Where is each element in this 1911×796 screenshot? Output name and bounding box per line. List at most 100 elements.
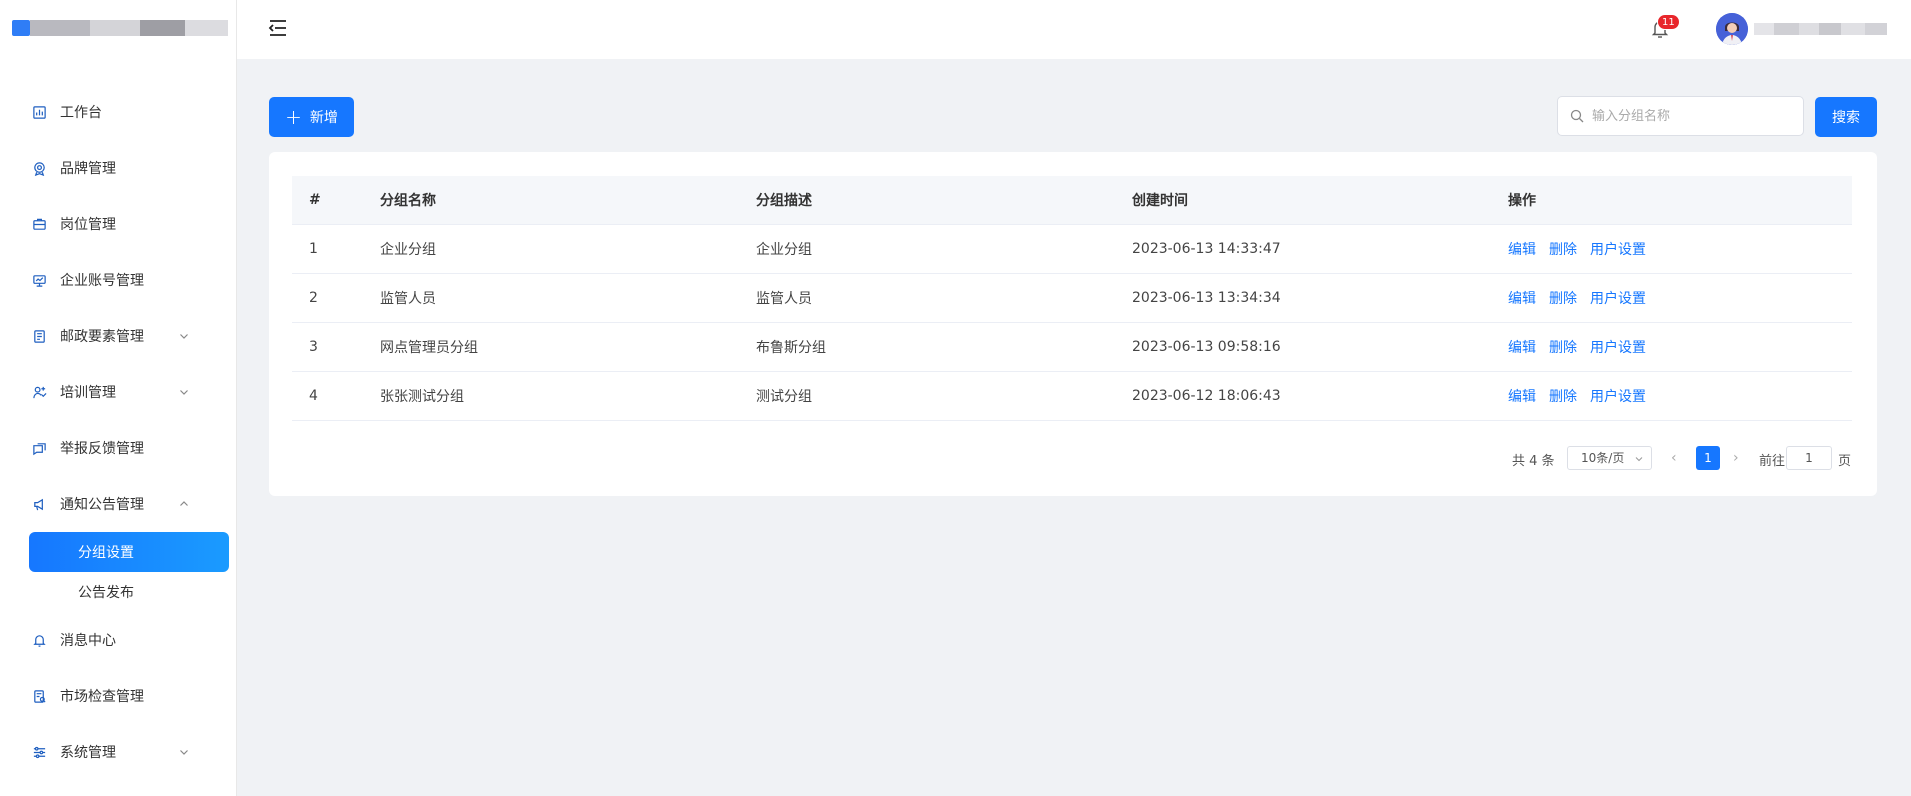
notification-badge: 11	[1657, 14, 1680, 30]
sidebar-item-enterprise-account[interactable]: 企业账号管理	[0, 252, 237, 308]
sidebar-item-label: 培训管理	[60, 385, 116, 401]
goto-label: 前往	[1759, 454, 1786, 469]
search-box[interactable]	[1557, 96, 1804, 136]
row-actions: 编辑 删除 用户设置	[1491, 224, 1852, 274]
settings-icon	[31, 744, 47, 760]
announcement-icon	[31, 496, 47, 512]
column-header-name: 分组名称	[363, 176, 739, 225]
row-actions: 编辑 删除 用户设置	[1491, 371, 1852, 421]
row-index: 3	[292, 322, 363, 372]
dashboard-icon	[31, 104, 47, 120]
row-group-name: 监管人员	[363, 273, 739, 323]
next-page-button[interactable]: ›	[1733, 450, 1739, 466]
column-header-actions: 操作	[1491, 176, 1852, 225]
row-created-time: 2023-06-13 09:58:16	[1115, 322, 1491, 372]
feedback-icon	[31, 440, 47, 456]
sidebar-item-position[interactable]: 岗位管理	[0, 196, 237, 252]
chevron-up-icon	[180, 501, 188, 506]
sidebar-subitem-label: 分组设置	[78, 545, 134, 561]
monitor-icon	[31, 272, 47, 288]
search-icon	[1570, 109, 1584, 123]
delete-link[interactable]: 删除	[1549, 389, 1577, 405]
sidebar-item-market-inspection[interactable]: 市场检查管理	[0, 668, 237, 724]
user-name-blurred[interactable]	[1754, 21, 1887, 37]
row-group-name: 网点管理员分组	[363, 322, 739, 372]
user-settings-link[interactable]: 用户设置	[1590, 389, 1646, 405]
delete-link[interactable]: 删除	[1549, 242, 1577, 258]
delete-link[interactable]: 删除	[1549, 340, 1577, 356]
chevron-down-icon	[180, 390, 188, 395]
table-row: 2 监管人员 监管人员 2023-06-13 13:34:34 编辑 删除 用户设置	[292, 273, 1852, 323]
row-index: 1	[292, 224, 363, 274]
sidebar-item-postal-elements[interactable]: 邮政要素管理	[0, 308, 237, 364]
bell-icon	[31, 632, 47, 648]
add-button[interactable]: + 新增	[269, 97, 354, 137]
user-settings-link[interactable]: 用户设置	[1590, 242, 1646, 258]
sidebar-item-announcement[interactable]: 通知公告管理	[0, 476, 237, 532]
sidebar-item-label: 工作台	[60, 105, 102, 121]
pagination-total: 共 4 条	[1512, 454, 1555, 469]
prev-page-button[interactable]: ‹	[1671, 450, 1677, 466]
inspection-icon	[31, 688, 47, 704]
sidebar-item-label: 市场检查管理	[60, 689, 144, 705]
brand-icon	[31, 160, 47, 176]
sidebar-subitem-announcement-publish[interactable]: 公告发布	[0, 572, 237, 612]
row-group-description: 企业分组	[739, 224, 1115, 274]
menu-fold-icon[interactable]	[267, 17, 289, 39]
goto-page-input[interactable]	[1786, 446, 1832, 470]
delete-link[interactable]: 删除	[1549, 291, 1577, 307]
edit-link[interactable]: 编辑	[1508, 340, 1536, 356]
sidebar-item-system[interactable]: 系统管理	[0, 724, 237, 780]
row-group-description: 监管人员	[739, 273, 1115, 323]
row-created-time: 2023-06-13 14:33:47	[1115, 224, 1491, 274]
sidebar-item-label: 品牌管理	[60, 161, 116, 177]
sidebar-item-label: 系统管理	[60, 745, 116, 761]
sidebar-menu: 工作台 品牌管理 岗位管理 企业账号管理 邮政要素管理 培训管理 举报反馈管理 …	[0, 84, 237, 780]
row-group-name: 企业分组	[363, 224, 739, 274]
sidebar-item-training[interactable]: 培训管理	[0, 364, 237, 420]
sidebar-subitem-group-settings[interactable]: 分组设置	[29, 532, 229, 572]
page-size-select[interactable]: 10条/页	[1567, 446, 1652, 470]
edit-link[interactable]: 编辑	[1508, 389, 1536, 405]
edit-link[interactable]: 编辑	[1508, 242, 1536, 258]
sidebar-item-brand[interactable]: 品牌管理	[0, 140, 237, 196]
column-header-created-time: 创建时间	[1115, 176, 1491, 225]
user-avatar[interactable]	[1716, 13, 1748, 45]
page-suffix-label: 页	[1838, 454, 1852, 469]
row-index: 2	[292, 273, 363, 323]
sidebar-item-label: 邮政要素管理	[60, 329, 144, 345]
plus-icon: +	[285, 105, 302, 129]
sidebar-item-label: 举报反馈管理	[60, 441, 144, 457]
position-icon	[31, 216, 47, 232]
group-table-card: # 分组名称 分组描述 创建时间 操作 1 企业分组 企业分组 2023-06-…	[269, 152, 1877, 496]
sidebar-item-label: 通知公告管理	[60, 497, 144, 513]
sidebar-item-dashboard[interactable]: 工作台	[0, 84, 237, 140]
chevron-down-icon	[1635, 457, 1643, 462]
sidebar-item-label: 岗位管理	[60, 217, 116, 233]
table-row: 1 企业分组 企业分组 2023-06-13 14:33:47 编辑 删除 用户设置	[292, 224, 1852, 274]
group-table: # 分组名称 分组描述 创建时间 操作 1 企业分组 企业分组 2023-06-…	[292, 176, 1852, 421]
row-index: 4	[292, 371, 363, 421]
column-header-description: 分组描述	[739, 176, 1115, 225]
sidebar-item-message-center[interactable]: 消息中心	[0, 612, 237, 668]
search-input[interactable]	[1592, 108, 1782, 124]
chevron-down-icon	[180, 750, 188, 755]
page-number-current[interactable]: 1	[1696, 446, 1720, 470]
row-created-time: 2023-06-13 13:34:34	[1115, 273, 1491, 323]
sidebar-item-label: 消息中心	[60, 633, 116, 649]
user-settings-link[interactable]: 用户设置	[1590, 291, 1646, 307]
training-icon	[31, 384, 47, 400]
table-header-row: # 分组名称 分组描述 创建时间 操作	[292, 176, 1852, 225]
add-button-label: 新增	[309, 110, 338, 126]
row-group-description: 布鲁斯分组	[739, 322, 1115, 372]
edit-link[interactable]: 编辑	[1508, 291, 1536, 307]
table-row: 4 张张测试分组 测试分组 2023-06-12 18:06:43 编辑 删除 用户…	[292, 371, 1852, 421]
search-button[interactable]: 搜索	[1815, 97, 1877, 137]
page-size-value: 10条/页	[1581, 451, 1625, 465]
user-settings-link[interactable]: 用户设置	[1590, 340, 1646, 356]
sidebar-item-report-feedback[interactable]: 举报反馈管理	[0, 420, 237, 476]
row-group-name: 张张测试分组	[363, 371, 739, 421]
app-logo[interactable]	[12, 18, 228, 38]
sidebar: 工作台 品牌管理 岗位管理 企业账号管理 邮政要素管理 培训管理 举报反馈管理 …	[0, 0, 237, 796]
top-header: 11	[237, 0, 1911, 59]
